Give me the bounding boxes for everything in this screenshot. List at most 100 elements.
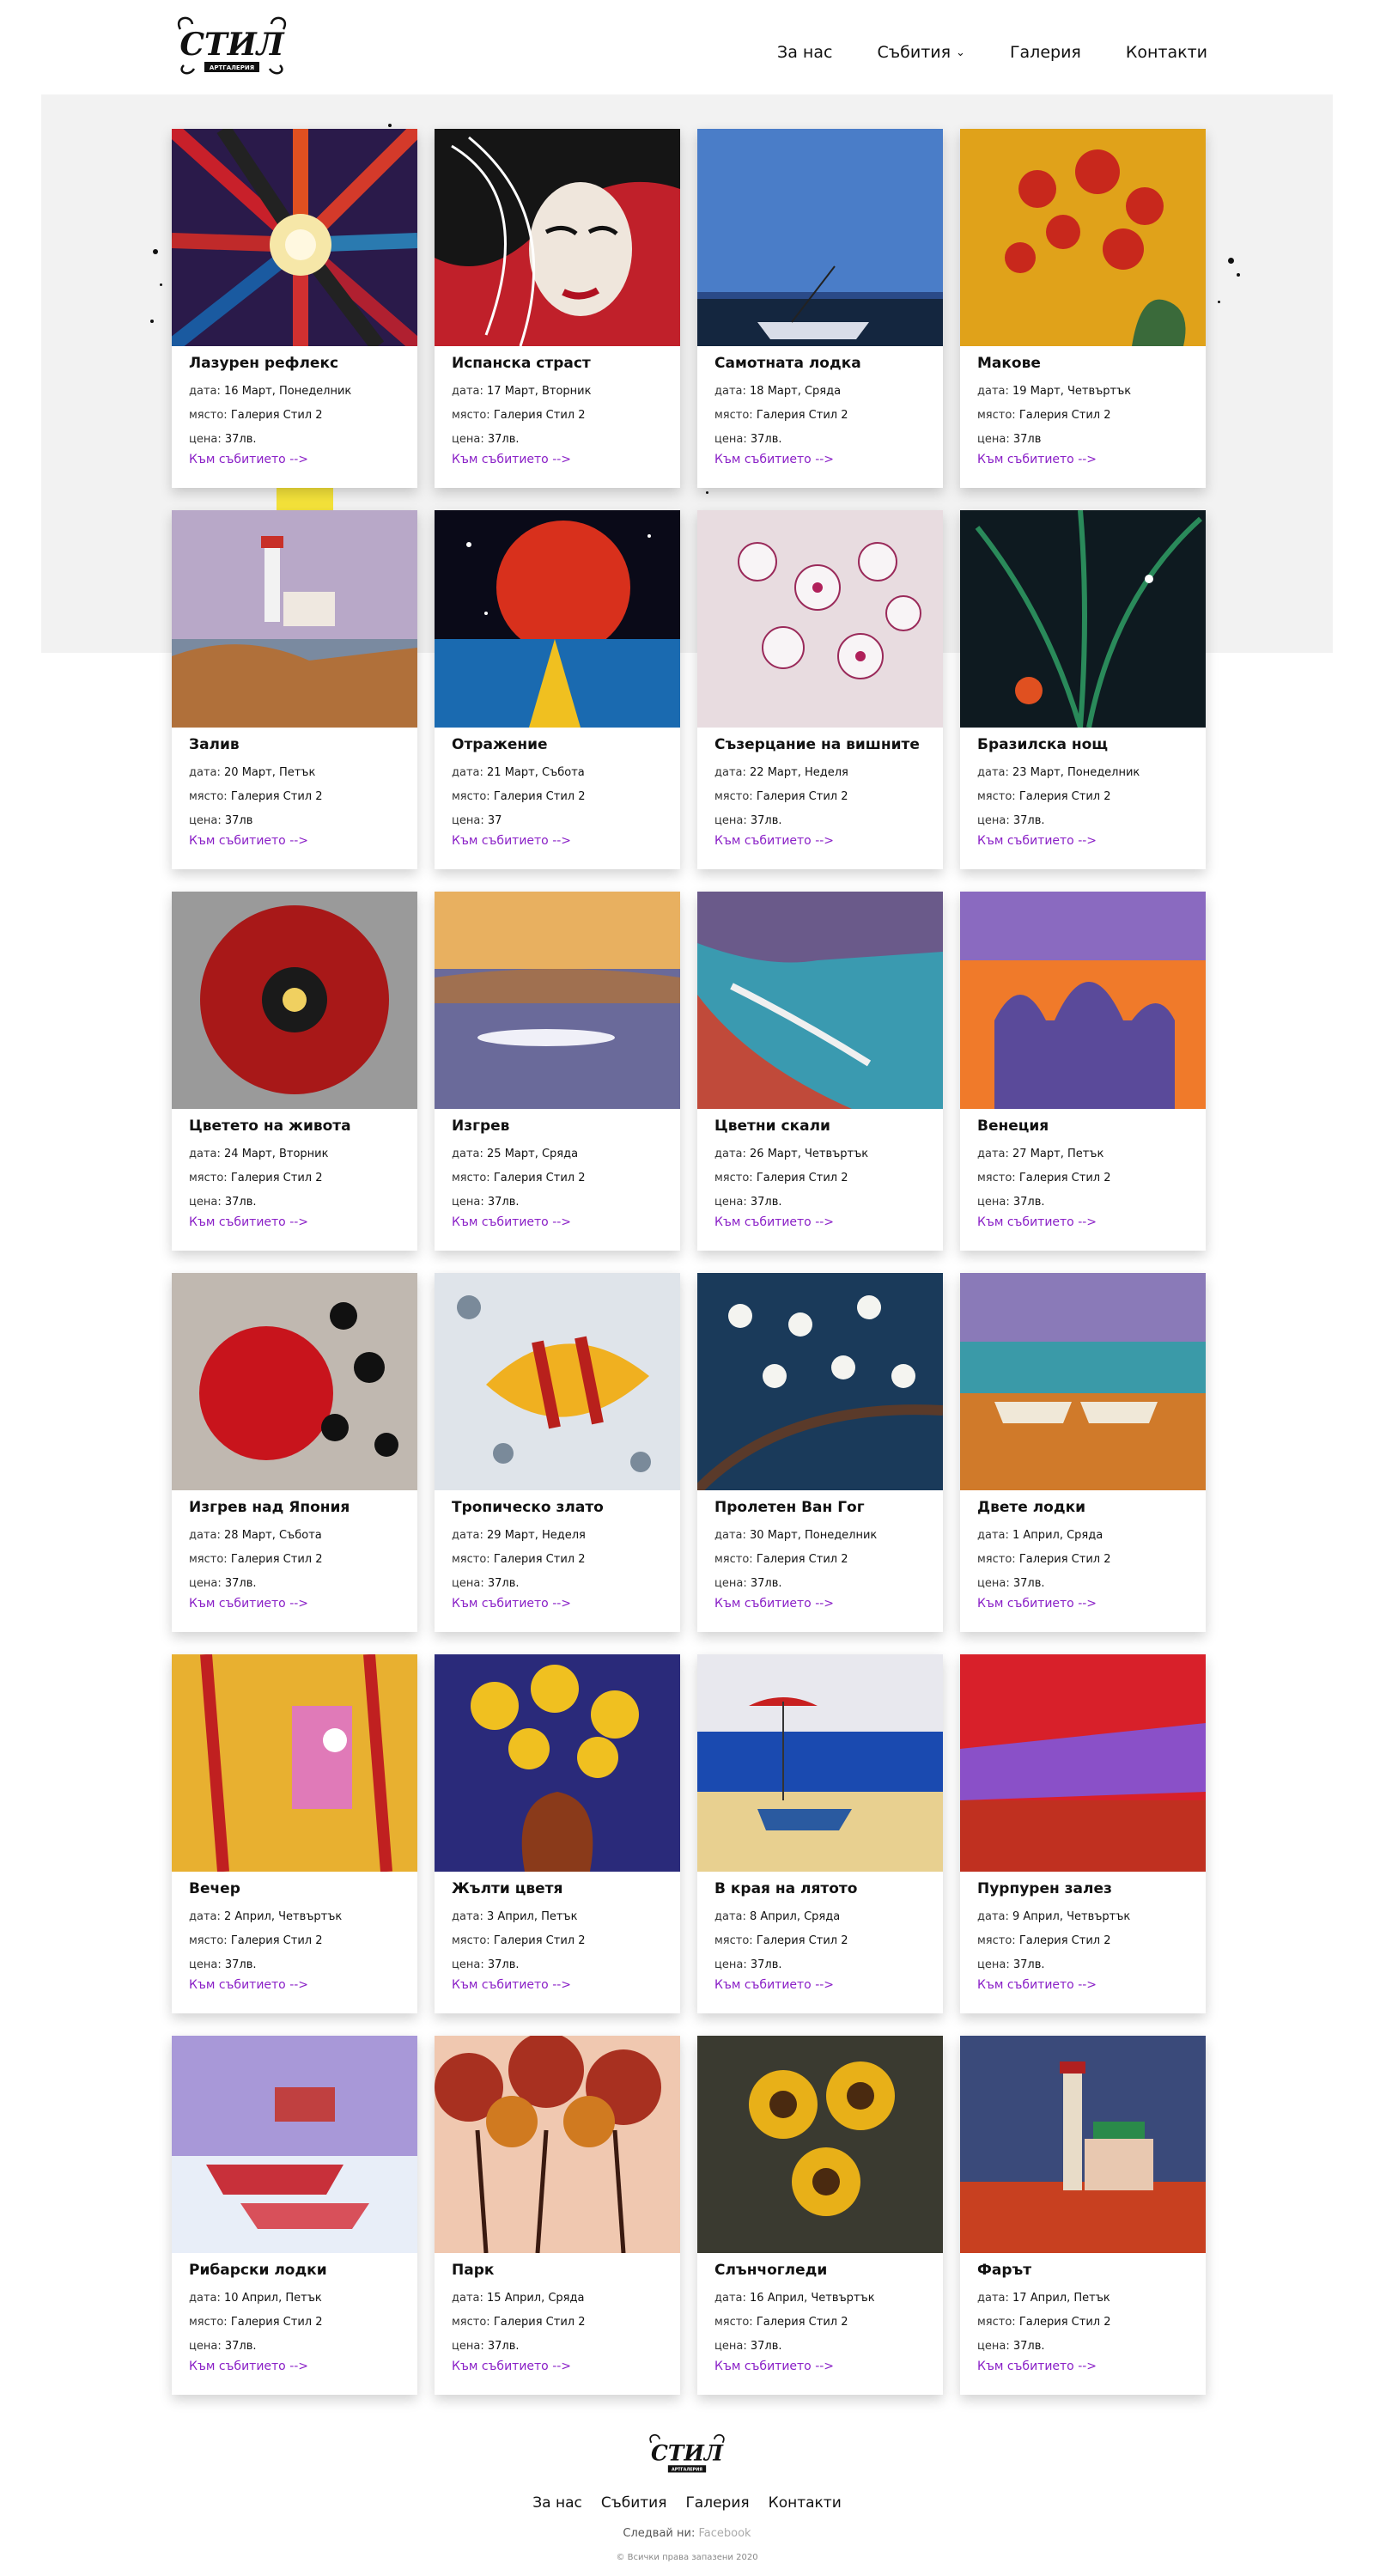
event-card[interactable]: Жълти цветя дата: 3 Април, Петък място: … [435, 1654, 680, 2013]
event-card[interactable]: В края на лятото дата: 8 Април, Сряда мя… [697, 1654, 943, 2013]
event-card[interactable]: Вечер дата: 2 Април, Четвъртък място: Га… [172, 1654, 417, 2013]
event-painting[interactable] [172, 1654, 417, 1872]
event-painting[interactable] [697, 2036, 943, 2253]
event-link[interactable]: Към събитието --> [452, 453, 663, 466]
event-card[interactable]: Парк дата: 15 Април, Сряда място: Галери… [435, 2036, 680, 2395]
event-link[interactable]: Към събитието --> [977, 1597, 1189, 1611]
event-place: Галерия Стил 2 [1018, 409, 1111, 422]
event-price: 37лв. [750, 2340, 782, 2353]
event-card[interactable]: Изгрев дата: 25 Март, Сряда място: Галер… [435, 892, 680, 1251]
event-painting[interactable] [172, 2036, 417, 2253]
event-link[interactable]: Към събитието --> [189, 453, 400, 466]
event-painting[interactable] [697, 1654, 943, 1872]
event-card[interactable]: Самотната лодка дата: 18 Март, Сряда мяс… [697, 129, 943, 488]
nav-about[interactable]: За нас [777, 43, 832, 62]
event-link[interactable]: Към събитието --> [452, 1215, 663, 1229]
event-link[interactable]: Към събитието --> [977, 453, 1189, 466]
event-painting[interactable] [697, 1273, 943, 1490]
event-place-row: място: Галерия Стил 2 [977, 1166, 1189, 1191]
nav-events[interactable]: Събития ⌄ [877, 43, 965, 62]
event-painting[interactable] [172, 129, 417, 346]
event-painting[interactable] [172, 510, 417, 728]
event-painting[interactable] [435, 129, 680, 346]
footer-nav-gallery[interactable]: Галерия [685, 2494, 749, 2512]
event-card[interactable]: Пурпурен залез дата: 9 Април, Четвъртък … [960, 1654, 1206, 2013]
event-price-row: цена: 37лв. [452, 428, 663, 452]
event-link[interactable]: Към събитието --> [714, 453, 926, 466]
event-painting[interactable] [435, 1654, 680, 1872]
follow-us: Следвай ни: Facebook [0, 2527, 1374, 2540]
event-card[interactable]: Отражение дата: 21 Март, Събота място: Г… [435, 510, 680, 869]
event-link[interactable]: Към събитието --> [714, 1215, 926, 1229]
event-title: Слънчогледи [714, 2262, 828, 2279]
event-card[interactable]: Бразилска нощ дата: 23 Март, Понеделник … [960, 510, 1206, 869]
event-link[interactable]: Към събитието --> [977, 1215, 1189, 1229]
event-card[interactable]: Слънчогледи дата: 16 Април, Четвъртък мя… [697, 2036, 943, 2395]
event-painting[interactable] [172, 1273, 417, 1490]
footer-nav-contacts[interactable]: Контакти [769, 2494, 842, 2512]
place-label: място: [714, 1553, 753, 1566]
event-card[interactable]: Фарът дата: 17 Април, Петък място: Галер… [960, 2036, 1206, 2395]
event-link[interactable]: Към събитието --> [714, 1978, 926, 1992]
event-place-row: място: Галерия Стил 2 [452, 2311, 663, 2335]
event-link[interactable]: Към събитието --> [189, 2360, 400, 2373]
event-date: 25 Март, Сряда [487, 1148, 579, 1160]
event-link[interactable]: Към събитието --> [977, 2360, 1189, 2373]
event-painting[interactable] [697, 892, 943, 1109]
event-painting[interactable] [697, 129, 943, 346]
event-painting[interactable] [960, 129, 1206, 346]
event-link[interactable]: Към събитието --> [189, 1597, 400, 1611]
event-link[interactable]: Към събитието --> [189, 1215, 400, 1229]
event-painting[interactable] [435, 510, 680, 728]
event-link[interactable]: Към събитието --> [189, 834, 400, 848]
event-link[interactable]: Към събитието --> [452, 2360, 663, 2373]
event-place: Галерия Стил 2 [756, 2316, 848, 2329]
price-label: цена: [714, 1577, 747, 1590]
event-price-row: цена: 37лв. [189, 1191, 400, 1215]
facebook-link[interactable]: Facebook [698, 2527, 751, 2540]
event-card[interactable]: Лазурен рефлекс дата: 16 Март, Понеделни… [172, 129, 417, 488]
event-price: 37лв. [487, 433, 520, 446]
event-card[interactable]: Двете лодки дата: 1 Април, Сряда място: … [960, 1273, 1206, 1632]
event-card[interactable]: Тропическо злато дата: 29 Март, Неделя м… [435, 1273, 680, 1632]
event-card[interactable]: Съзерцание на вишните дата: 22 Март, Нед… [697, 510, 943, 869]
event-link[interactable]: Към събитието --> [714, 2360, 926, 2373]
event-link[interactable]: Към събитието --> [452, 1597, 663, 1611]
place-label: място: [452, 1553, 490, 1566]
event-link[interactable]: Към събитието --> [452, 1978, 663, 1992]
event-link[interactable]: Към събитието --> [977, 834, 1189, 848]
event-card[interactable]: Макове дата: 19 Март, Четвъртък място: Г… [960, 129, 1206, 488]
event-card[interactable]: Испанска страст дата: 17 Март, Вторник м… [435, 129, 680, 488]
event-painting[interactable] [960, 1654, 1206, 1872]
event-date-row: дата: 23 Март, Понеделник [977, 761, 1189, 785]
event-painting[interactable] [960, 510, 1206, 728]
event-painting[interactable] [435, 1273, 680, 1490]
event-painting[interactable] [697, 510, 943, 728]
event-card[interactable]: Пролетен Ван Гог дата: 30 Март, Понеделн… [697, 1273, 943, 1632]
event-link[interactable]: Към събитието --> [189, 1978, 400, 1992]
event-card[interactable]: Рибарски лодки дата: 10 Април, Петък мяс… [172, 2036, 417, 2395]
event-place: Галерия Стил 2 [230, 1934, 323, 1947]
event-painting[interactable] [172, 892, 417, 1109]
event-painting[interactable] [435, 2036, 680, 2253]
event-link[interactable]: Към събитието --> [714, 834, 926, 848]
event-card[interactable]: Цветето на живота дата: 24 Март, Вторник… [172, 892, 417, 1251]
event-painting[interactable] [960, 2036, 1206, 2253]
event-link[interactable]: Към събитието --> [977, 1978, 1189, 1992]
event-card[interactable]: Цветни скали дата: 26 Март, Четвъртък мя… [697, 892, 943, 1251]
nav-contacts[interactable]: Контакти [1126, 43, 1207, 62]
event-card[interactable]: Залив дата: 20 Март, Петък място: Галери… [172, 510, 417, 869]
footer-nav-events[interactable]: Събития [601, 2494, 667, 2512]
event-link[interactable]: Към събитието --> [452, 834, 663, 848]
event-painting[interactable] [960, 892, 1206, 1109]
logo[interactable]: СТИЛ АРТГАЛЕРИЯ [172, 12, 292, 79]
event-painting[interactable] [960, 1273, 1206, 1490]
event-painting[interactable] [435, 892, 680, 1109]
event-card[interactable]: Изгрев над Япония дата: 28 Март, Събота … [172, 1273, 417, 1632]
event-link[interactable]: Към събитието --> [714, 1597, 926, 1611]
footer-logo[interactable]: СТИЛ АРТГАЛЕРИЯ [644, 2431, 730, 2477]
event-place-row: място: Галерия Стил 2 [714, 1166, 926, 1191]
footer-nav-about[interactable]: За нас [532, 2494, 582, 2512]
nav-gallery[interactable]: Галерия [1010, 43, 1081, 62]
event-card[interactable]: Венеция дата: 27 Март, Петък място: Гале… [960, 892, 1206, 1251]
